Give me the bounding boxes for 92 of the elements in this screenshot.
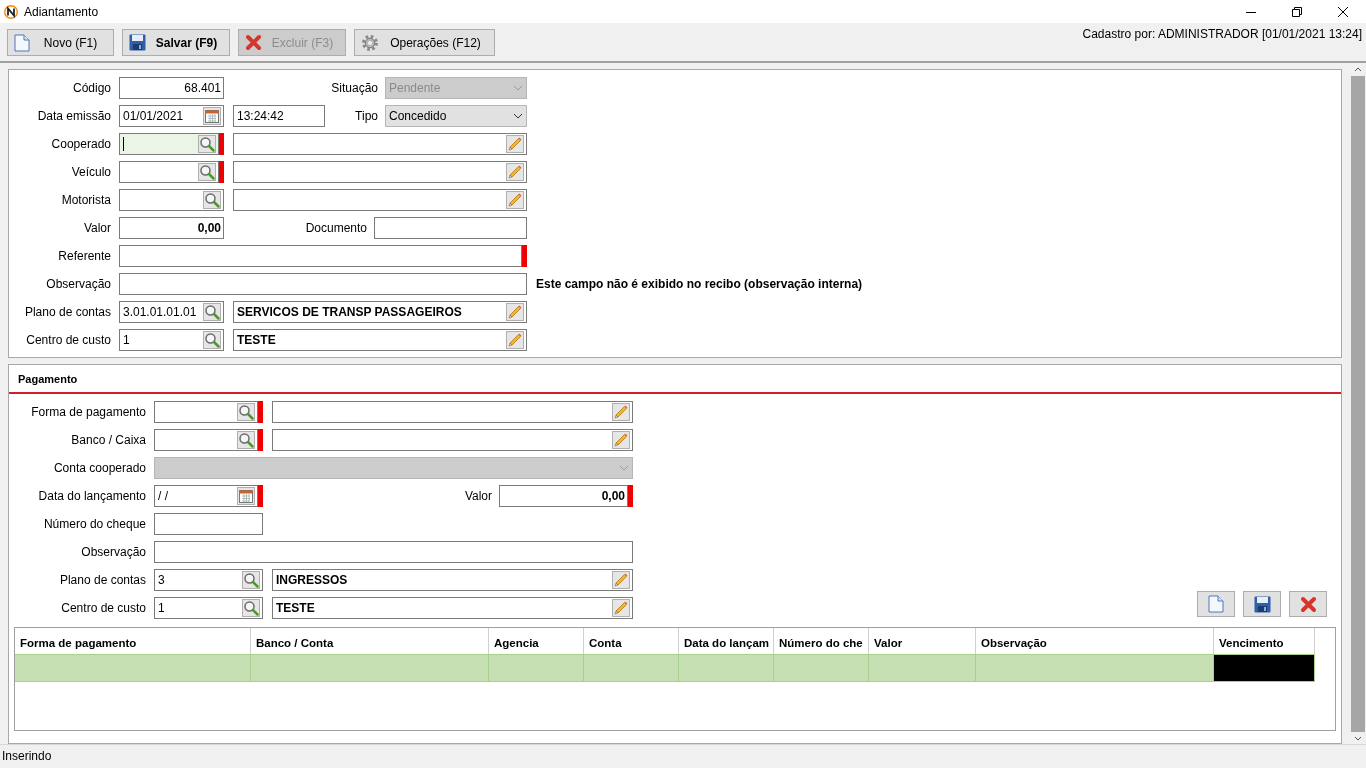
- search-button[interactable]: [237, 403, 255, 421]
- calendar-button[interactable]: [203, 107, 221, 125]
- field-label: Data emissão: [36, 109, 112, 123]
- edit-button[interactable]: [506, 135, 524, 153]
- settings-icon: [361, 33, 379, 52]
- field-label: Plano de contas: [58, 573, 147, 587]
- search-button[interactable]: [198, 163, 216, 181]
- search-button[interactable]: [203, 331, 221, 349]
- number-field[interactable]: 68.401: [119, 77, 224, 99]
- description-field[interactable]: [233, 133, 527, 155]
- field-label: Código: [71, 81, 112, 95]
- action-button[interactable]: [1243, 591, 1281, 617]
- lookup-field[interactable]: [154, 429, 258, 451]
- lookup-field[interactable]: 1: [119, 329, 224, 351]
- field-label: Valor: [82, 221, 112, 235]
- time-field[interactable]: 13:24:42: [233, 105, 325, 127]
- text-field[interactable]: [119, 245, 522, 267]
- edit-button[interactable]: [612, 431, 630, 449]
- field-label: Número do cheque: [42, 517, 147, 531]
- description-field[interactable]: [233, 161, 527, 183]
- field-label: Documento: [304, 221, 367, 235]
- field-label: Forma de pagamento: [30, 405, 147, 419]
- restore-icon[interactable]: [1292, 6, 1302, 17]
- status-text: Inserindo: [2, 749, 52, 763]
- text-field[interactable]: [374, 217, 527, 239]
- amount-field[interactable]: 0,00: [499, 485, 628, 507]
- description-field[interactable]: [233, 189, 527, 211]
- lookup-field[interactable]: [119, 133, 219, 155]
- description-field[interactable]: [272, 429, 633, 451]
- field-label: Plano de contas: [23, 305, 112, 319]
- dropdown[interactable]: Concedido: [385, 105, 527, 127]
- lookup-field[interactable]: 1: [154, 597, 263, 619]
- search-button[interactable]: [237, 431, 255, 449]
- edit-button[interactable]: [506, 303, 524, 321]
- created-by-text: Cadastro por: ADMINISTRADOR [01/01/2021 13:24]: [1082, 27, 1363, 41]
- field-label: Centro de custo: [60, 601, 147, 615]
- field-label: Situação: [330, 81, 378, 95]
- toolbar-button[interactable]: Operações (F12): [354, 29, 495, 56]
- lookup-field[interactable]: [119, 189, 224, 211]
- app-logo-icon: [4, 4, 18, 19]
- description-field[interactable]: SERVICOS DE TRANSP PASSAGEIROS: [233, 301, 527, 323]
- edit-button[interactable]: [612, 599, 630, 617]
- calendar-button[interactable]: [237, 487, 255, 505]
- edit-button[interactable]: [506, 331, 524, 349]
- field-label: Motorista: [60, 193, 112, 207]
- field-label: Tipo: [354, 109, 378, 123]
- delete-icon: [245, 34, 262, 51]
- description-field[interactable]: TESTE: [233, 329, 527, 351]
- document-icon: [14, 33, 30, 52]
- save-icon: [1253, 595, 1271, 613]
- description-field[interactable]: TESTE: [272, 597, 633, 619]
- scrollbar-thumb[interactable]: [1351, 76, 1365, 732]
- search-button[interactable]: [198, 135, 216, 153]
- field-label: Cooperado: [50, 137, 112, 151]
- lookup-field[interactable]: 3.01.01.01.01: [119, 301, 224, 323]
- field-label: Data do lançamento: [37, 489, 147, 503]
- window-title: Adiantamento: [24, 4, 100, 19]
- field-label: Referente: [57, 249, 112, 263]
- date-field[interactable]: / /: [154, 485, 258, 507]
- lookup-field[interactable]: 3: [154, 569, 263, 591]
- edit-button[interactable]: [612, 403, 630, 421]
- description-field[interactable]: INGRESSOS: [272, 569, 633, 591]
- field-label: Observação: [45, 277, 112, 291]
- text-field[interactable]: [154, 541, 633, 563]
- date-field[interactable]: 01/01/2021: [119, 105, 224, 127]
- description-field[interactable]: [272, 401, 633, 423]
- search-button[interactable]: [203, 303, 221, 321]
- lookup-field[interactable]: [119, 161, 219, 183]
- edit-button[interactable]: [506, 191, 524, 209]
- save-icon: [129, 34, 146, 51]
- field-label: Centro de custo: [25, 333, 112, 347]
- amount-field[interactable]: 0,00: [119, 217, 224, 239]
- section-title: Pagamento: [18, 372, 78, 385]
- field-note: Este campo não é exibido no recibo (observação interna): [536, 277, 863, 291]
- field-label: Conta cooperado: [52, 461, 147, 475]
- search-button[interactable]: [242, 599, 260, 617]
- toolbar-button[interactable]: Novo (F1): [7, 29, 114, 56]
- field-label: Veículo: [70, 165, 112, 179]
- text-field[interactable]: [154, 513, 263, 535]
- edit-button[interactable]: [506, 163, 524, 181]
- field-label: Observação: [80, 545, 147, 559]
- edit-button[interactable]: [612, 571, 630, 589]
- field-label: Valor: [463, 489, 492, 503]
- delete-icon: [1299, 595, 1317, 613]
- document-icon: [1208, 595, 1224, 613]
- search-button[interactable]: [242, 571, 260, 589]
- lookup-field[interactable]: [154, 401, 258, 423]
- close-icon[interactable]: [1338, 6, 1348, 17]
- search-button[interactable]: [203, 191, 221, 209]
- text-field[interactable]: [119, 273, 527, 295]
- field-label: Banco / Caixa: [70, 433, 147, 447]
- toolbar-button[interactable]: Salvar (F9): [122, 29, 230, 56]
